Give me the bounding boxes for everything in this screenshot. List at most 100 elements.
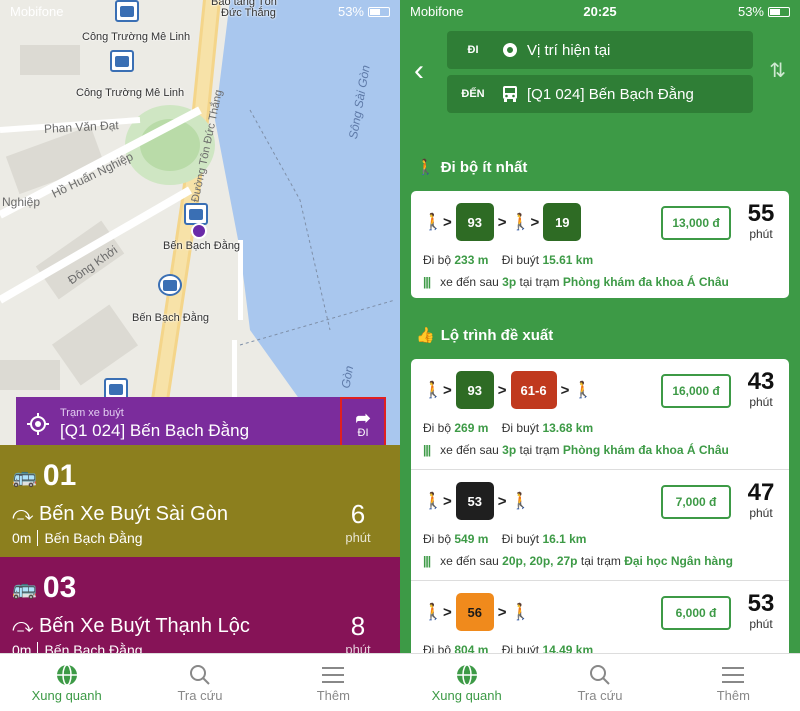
route-stop: Bến Bạch Đằng — [44, 530, 143, 546]
place-label: Công Trường Mê Linh — [76, 87, 185, 99]
tab-label: Tra cứu — [577, 688, 623, 703]
menu-icon — [722, 662, 745, 688]
walk-icon: 🚶 — [510, 214, 531, 231]
tab-more[interactable]: Thêm — [267, 654, 400, 711]
trip-unit: phút — [749, 395, 773, 409]
tab-more[interactable]: Thêm — [667, 654, 800, 711]
tab-label: Xung quanh — [31, 688, 102, 703]
walk-icon: 🚶 — [510, 604, 531, 621]
stop-name: [Q1 024] Bến Bạch Đằng — [60, 421, 250, 440]
route-number: 03 — [42, 571, 77, 604]
trip-unit: phút — [749, 506, 773, 520]
tab-label: Tra cứu — [177, 688, 223, 703]
fare-badge: 16,000 đ — [661, 374, 731, 408]
trip-minutes: 47 — [747, 479, 775, 506]
place-label: Bến Bạch Đằng — [163, 240, 241, 252]
trip-minutes: 55 — [747, 200, 775, 227]
route-card[interactable]: 🚌 01 ⤼ Bến Xe Buýt Sài Gòn 6 0m Bến Bạch Đ… — [0, 445, 400, 557]
tab-search[interactable]: Tra cứu — [133, 654, 266, 711]
bus-badge: 53 — [455, 482, 494, 520]
section-title: Lộ trình đề xuất — [440, 326, 554, 344]
route-chain: 🚶 > 93 > 🚶 > 19 — [423, 203, 582, 241]
carrier-label: Mobifone — [10, 3, 64, 19]
carrier-label: Mobifone — [410, 3, 464, 19]
destination-value: [Q1 024] Bến Bạch Đằng — [527, 85, 694, 103]
place-label: Bến Bạch Đằng — [132, 312, 210, 324]
bus-badge: 19 — [543, 203, 582, 241]
trip-minutes: 53 — [747, 590, 775, 617]
bus-stop-icon[interactable] — [158, 274, 182, 296]
bus-icon — [499, 86, 521, 102]
bus-stop-icon[interactable] — [184, 203, 208, 225]
tab-label: Thêm — [316, 688, 350, 703]
destination-field[interactable]: ĐẾN [Q1 024] Bến Bạch Đằng — [447, 75, 753, 113]
street-label: Nghiệp — [2, 195, 41, 209]
trip-distances: Đi bộ 549 m Đi buýt 16.1 km — [423, 532, 587, 546]
section-title: Đi bộ ít nhất — [440, 158, 528, 176]
route-option-card[interactable]: 🚶 > 93 > 61-6 > 🚶 16,000 đ 43 phút Đi bộ 269… — [411, 359, 789, 469]
section-suggested: 👍 Lộ trình đề xuất — [416, 326, 554, 345]
arrival-info: ||| xe đến sau 3p tại trạm Phòng khám đa … — [423, 443, 729, 457]
route-destination: Bến Xe Buýt Thạnh Lộc — [38, 615, 250, 637]
route-card[interactable]: 🚌 03 ⤼ Bến Xe Buýt Thạnh Lộc 8 0m Bến Bạch… — [0, 557, 400, 658]
route-option-card[interactable]: 🚶 > 93 > 🚶 > 19 13,000 đ 55 phút Đi bộ 233 m… — [411, 191, 789, 298]
trip-distances: Đi bộ 269 m Đi buýt 13.68 km — [423, 421, 594, 435]
fare-badge: 7,000 đ — [661, 485, 731, 519]
destination-label: ĐẾN — [461, 88, 485, 100]
route-chain: 🚶 > 56 > 🚶 — [423, 593, 531, 631]
signal-icon: ||| — [423, 275, 431, 289]
location-target-icon[interactable] — [16, 413, 60, 435]
go-button[interactable]: ➦ ĐI — [340, 397, 386, 451]
origin-field[interactable]: ĐI Vị trí hiện tại — [447, 31, 753, 69]
back-arrow-icon[interactable]: ‹ — [414, 56, 424, 86]
tab-bar: Xung quanh Tra cứu Thêm — [400, 653, 800, 711]
bus-stop-icon[interactable] — [110, 50, 134, 72]
trip-distances: Đi bộ 233 m Đi buýt 15.61 km — [423, 253, 594, 267]
walk-icon: 🚶 — [423, 604, 443, 621]
menu-icon — [322, 662, 345, 688]
thumbs-up-icon: 👍 — [416, 327, 435, 344]
tab-nearby[interactable]: Xung quanh — [400, 654, 533, 711]
section-least-walking: 🚶 Đi bộ ít nhất — [416, 158, 528, 177]
tab-search[interactable]: Tra cứu — [533, 654, 666, 711]
battery-label: 53% — [337, 3, 364, 19]
left-screen: Công Trường Mê Linh Công Trường Mê Linh … — [0, 0, 400, 711]
origin-label: ĐI — [467, 44, 479, 56]
go-label: ĐI — [357, 427, 369, 439]
search-icon — [189, 662, 211, 688]
battery-label: 53% — [737, 3, 764, 19]
current-location-icon — [499, 42, 521, 58]
selected-stop-marker[interactable] — [191, 223, 207, 239]
bus-icon: 🚌 — [12, 577, 37, 600]
bus-badge: 61-6 — [510, 371, 557, 409]
globe-icon — [456, 662, 478, 688]
route-chain: 🚶 > 53 > 🚶 — [423, 482, 531, 520]
status-bar: Mobifone 20:25 53% — [400, 0, 800, 22]
bus-badge: 56 — [455, 593, 494, 631]
walking-person-icon: 🚶 — [416, 159, 435, 176]
trip-unit: phút — [749, 617, 773, 631]
route-option-card[interactable]: 🚶 > 56 > 🚶 6,000 đ 53 phút Đi bộ 804 m Đi b… — [411, 581, 789, 659]
tab-nearby[interactable]: Xung quanh — [0, 654, 133, 711]
battery-icon — [768, 7, 790, 18]
route-minutes: 6 — [350, 499, 366, 529]
walk-icon: 🚶 — [423, 214, 443, 231]
suggested-routes-list[interactable]: 🚶 > 93 > 61-6 > 🚶 16,000 đ 43 phút Đi bộ 269… — [411, 359, 789, 659]
route-destination: Bến Xe Buýt Sài Gòn — [38, 503, 228, 525]
signal-icon: ||| — [423, 443, 431, 457]
route-chain: 🚶 > 93 > 61-6 > 🚶 — [423, 371, 594, 409]
arrival-info: ||| xe đến sau 20p, 20p, 27p tại trạm Đại… — [423, 554, 733, 568]
globe-icon — [56, 662, 78, 688]
stop-info-bar[interactable]: Trạm xe buýt [Q1 024] Bến Bạch Đằng ➦ ĐI — [16, 397, 386, 451]
battery-icon — [368, 7, 390, 18]
map-view[interactable]: Công Trường Mê Linh Công Trường Mê Linh … — [0, 0, 400, 445]
route-minutes: 8 — [350, 611, 366, 641]
signal-icon: ||| — [423, 554, 431, 568]
origin-value: Vị trí hiện tại — [527, 41, 611, 59]
place-label: Công Trường Mê Linh — [82, 31, 191, 43]
walk-icon: 🚶 — [510, 493, 531, 510]
route-option-card[interactable]: 🚶 > 53 > 🚶 7,000 đ 47 phút Đi bộ 549 m Đi b… — [411, 470, 789, 580]
trip-unit: phút — [749, 227, 773, 241]
walk-icon: 🚶 — [573, 382, 594, 399]
swap-icon[interactable]: ⇅ — [769, 58, 786, 83]
